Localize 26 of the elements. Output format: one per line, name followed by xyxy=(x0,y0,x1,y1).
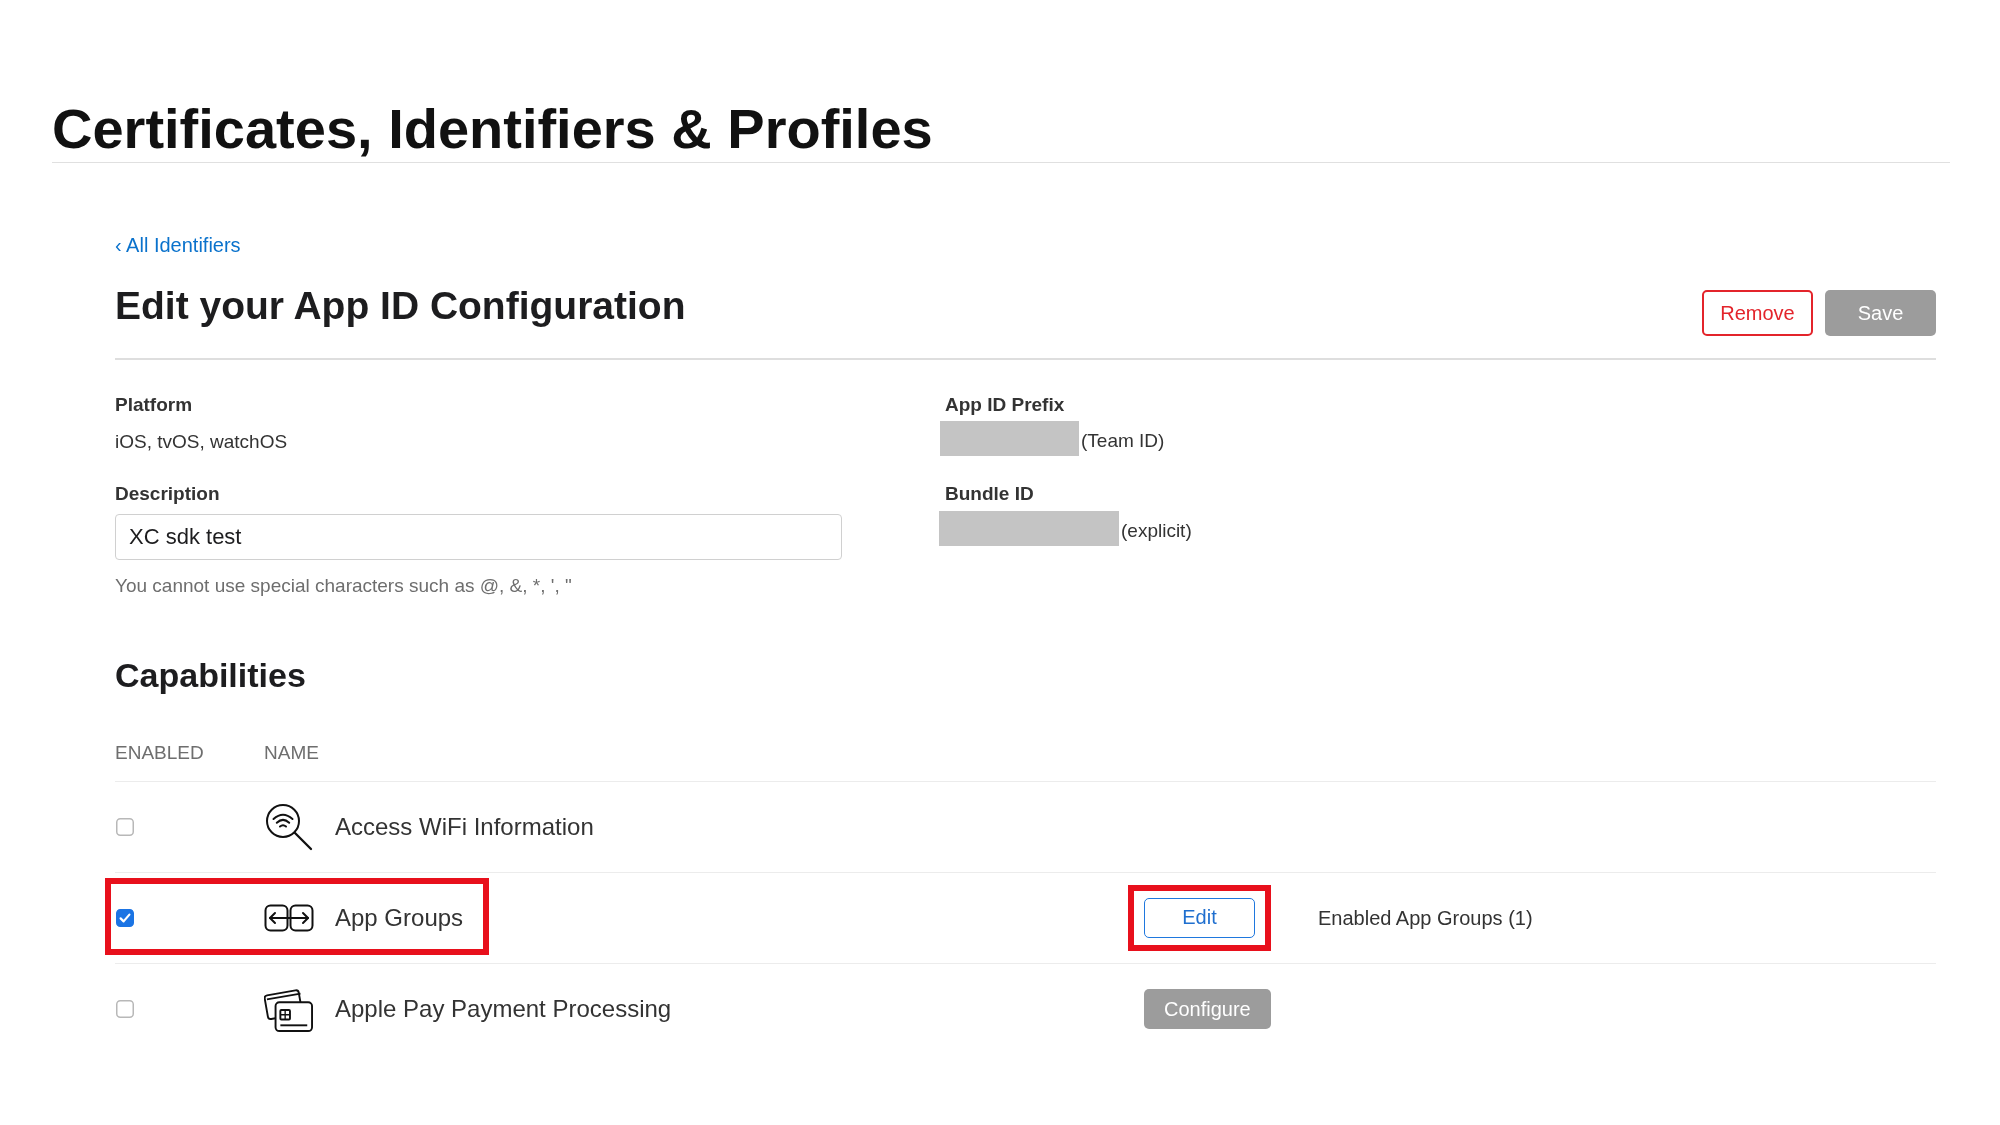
remove-button[interactable]: Remove xyxy=(1702,290,1813,336)
status-text: Enabled App Groups (1) xyxy=(1318,906,1533,929)
field-label: Platform xyxy=(115,392,194,417)
column-header: NAME xyxy=(264,740,319,765)
field-label: Bundle ID xyxy=(944,481,1035,506)
capability-name: Access WiFi Information xyxy=(335,811,594,842)
checkbox[interactable] xyxy=(116,1000,134,1018)
row-action-button[interactable]: Edit xyxy=(1144,897,1255,938)
checkbox[interactable] xyxy=(116,817,134,836)
page-heading: Edit your App ID Configuration xyxy=(115,284,686,328)
capability-name: Apple Pay Payment Processing xyxy=(335,994,672,1024)
column-header: ENABLED xyxy=(115,740,204,765)
back-link[interactable]: ‹ All Identifiers xyxy=(115,232,241,258)
checkbox[interactable] xyxy=(116,908,134,927)
page-title: Certificates, Identifiers & Profiles xyxy=(52,98,1950,163)
arrow-boxes-icon xyxy=(264,903,314,932)
section-heading: Capabilities xyxy=(115,656,307,693)
field-value: iOS, tvOS, watchOS xyxy=(115,429,289,454)
field-value: (explicit) xyxy=(1121,519,1192,543)
field-value: (Team ID) xyxy=(1081,429,1165,453)
field-label: App ID Prefix xyxy=(944,392,1066,417)
field-label: Description xyxy=(115,481,221,506)
wifi-magnifier-icon xyxy=(264,802,314,851)
capability-name: App Groups xyxy=(335,902,464,933)
hint-text: You cannot use special characters such as @, &, *, ', " xyxy=(115,573,573,598)
description-input[interactable]: XC sdk test xyxy=(115,513,842,560)
